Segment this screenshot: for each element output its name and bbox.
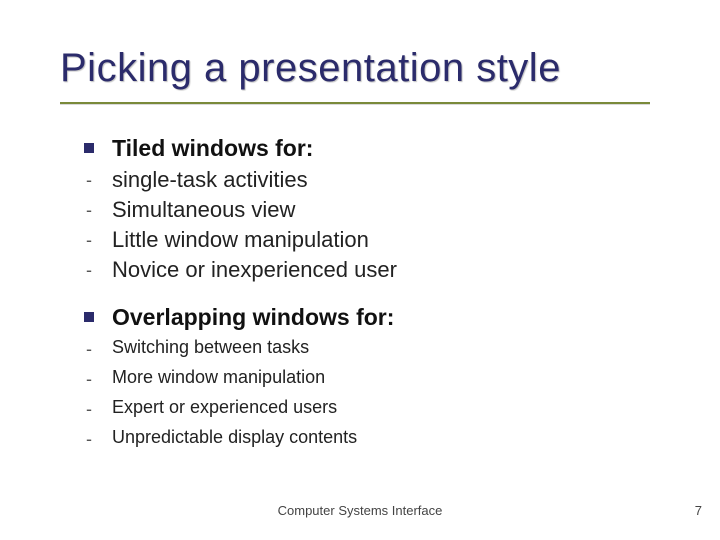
list-item-text: Little window manipulation <box>112 226 369 254</box>
dash-bullet-icon: - <box>84 166 94 194</box>
list-item: - More window manipulation <box>84 365 660 393</box>
list-item: - single-task activities <box>84 166 660 194</box>
dash-bullet-icon: - <box>84 425 94 453</box>
dash-bullet-icon: - <box>84 335 94 363</box>
list-item-text: Switching between tasks <box>112 335 309 360</box>
list-item: - Expert or experienced users <box>84 395 660 423</box>
footer-text: Computer Systems Interface <box>0 503 720 518</box>
dash-bullet-icon: - <box>84 196 94 224</box>
dash-bullet-icon: - <box>84 226 94 254</box>
list-item: - Switching between tasks <box>84 335 660 363</box>
heading-row: Tiled windows for: <box>84 135 660 162</box>
list-item-text: Simultaneous view <box>112 196 295 224</box>
list-item-text: Unpredictable display contents <box>112 425 357 450</box>
dash-bullet-icon: - <box>84 395 94 423</box>
list-item-text: More window manipulation <box>112 365 325 390</box>
list-item: - Unpredictable display contents <box>84 425 660 453</box>
title-underline <box>60 102 650 104</box>
section-heading: Tiled windows for: <box>112 135 313 162</box>
list-item: - Little window manipulation <box>84 226 660 254</box>
list-item: - Simultaneous view <box>84 196 660 224</box>
slide-body: Tiled windows for: - single-task activit… <box>84 135 660 473</box>
list-item-text: Novice or inexperienced user <box>112 256 397 284</box>
square-bullet-icon <box>84 312 94 322</box>
square-bullet-icon <box>84 143 94 153</box>
section-tiled: Tiled windows for: - single-task activit… <box>84 135 660 284</box>
page-number: 7 <box>695 503 702 518</box>
list-item: - Novice or inexperienced user <box>84 256 660 284</box>
slide-title: Picking a presentation style <box>60 46 680 91</box>
heading-row: Overlapping windows for: <box>84 304 660 331</box>
slide: Picking a presentation style Tiled windo… <box>0 0 720 540</box>
section-overlapping: Overlapping windows for: - Switching bet… <box>84 304 660 453</box>
list-item-text: Expert or experienced users <box>112 395 337 420</box>
list-item-text: single-task activities <box>112 166 308 194</box>
dash-bullet-icon: - <box>84 256 94 284</box>
section-heading: Overlapping windows for: <box>112 304 394 331</box>
dash-bullet-icon: - <box>84 365 94 393</box>
